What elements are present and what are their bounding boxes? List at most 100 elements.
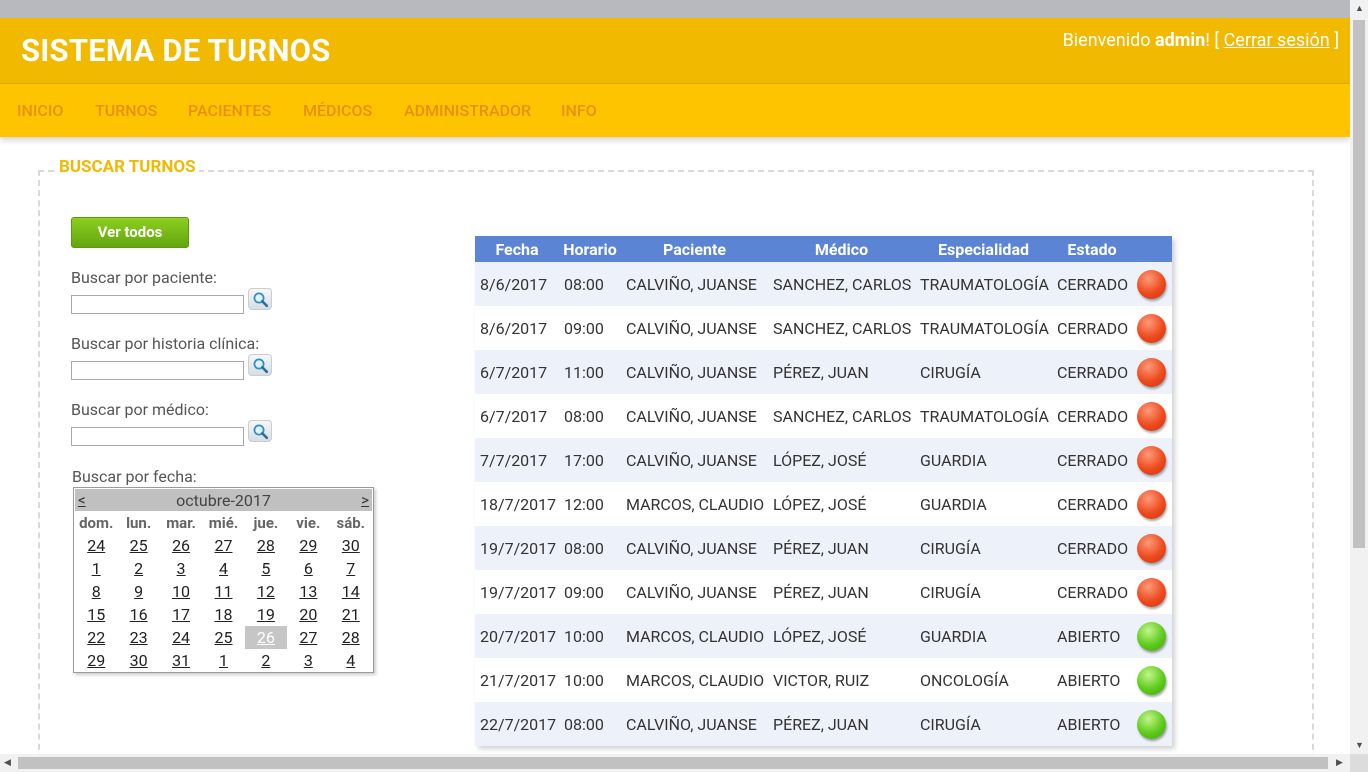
scroll-down-icon[interactable]: ▼ (1355, 740, 1364, 751)
calendar-day[interactable]: 2 (117, 557, 159, 580)
calendar-day[interactable]: 14 (330, 580, 372, 603)
cell-fecha: 8/6/2017 (475, 262, 559, 306)
calendar-day[interactable]: 16 (117, 603, 159, 626)
calendar-day[interactable]: 5 (245, 557, 287, 580)
search-paciente-input[interactable] (71, 295, 244, 314)
calendar-weekday: mar. (166, 514, 196, 532)
search-medico-input[interactable] (71, 427, 244, 446)
nav-item-administrador[interactable]: ADMINISTRADOR (404, 101, 531, 120)
calendar-day[interactable]: 7 (330, 557, 372, 580)
horizontal-scroll-thumb[interactable] (18, 757, 1328, 769)
table-row[interactable]: 7/7/2017 17:00 CALVIÑO, JUANSE LÓPEZ, JOSÉ G… (475, 438, 1172, 482)
calendar-day[interactable]: 11 (202, 580, 244, 603)
table-row[interactable]: 22/7/2017 08:00 CALVIÑO, JUANSE PÉREZ, JUAN… (475, 702, 1172, 746)
status-closed-icon[interactable] (1137, 489, 1166, 519)
calendar-week: 8 9 10 11 12 13 14 (75, 580, 372, 603)
nav-item-medicos[interactable]: MÉDICOS (303, 101, 372, 120)
calendar-day[interactable]: 30 (330, 534, 372, 557)
status-open-icon[interactable] (1137, 621, 1166, 651)
scroll-left-icon[interactable]: ◀ (4, 758, 11, 768)
calendar-day[interactable]: 6 (287, 557, 329, 580)
calendar-day[interactable]: 17 (160, 603, 202, 626)
calendar-day[interactable]: 1 (202, 649, 244, 672)
table-row[interactable]: 8/6/2017 08:00 CALVIÑO, JUANSE SANCHEZ, CAR… (475, 262, 1172, 306)
logout-link[interactable]: Cerrar sesión (1224, 30, 1330, 51)
calendar-day[interactable]: 2 (245, 649, 287, 672)
table-row[interactable]: 6/7/2017 11:00 CALVIÑO, JUANSE PÉREZ, JUAN C… (475, 350, 1172, 394)
calendar-day[interactable]: 8 (75, 580, 117, 603)
calendar-day[interactable]: 27 (287, 626, 329, 649)
calendar-day[interactable]: 3 (160, 557, 202, 580)
calendar-day[interactable]: 4 (330, 649, 372, 672)
status-closed-icon[interactable] (1137, 577, 1166, 607)
search-paciente-button[interactable] (248, 288, 272, 310)
vertical-scroll-thumb[interactable] (1353, 20, 1365, 548)
calendar-day[interactable]: 28 (245, 534, 287, 557)
calendar-day[interactable]: 18 (202, 603, 244, 626)
calendar-day[interactable]: 13 (287, 580, 329, 603)
cell-medico: VICTOR, RUIZ (768, 658, 915, 702)
horizontal-scrollbar[interactable]: ◀ ▶ (0, 754, 1350, 772)
calendar-day[interactable]: 20 (287, 603, 329, 626)
calendar-day[interactable]: 4 (202, 557, 244, 580)
status-closed-icon[interactable] (1137, 445, 1166, 475)
nav-item-info[interactable]: INFO (561, 101, 597, 120)
search-historia-label: Buscar por historia clínica: (71, 334, 260, 353)
table-row[interactable]: 21/7/2017 10:00 MARCOS, CLAUDIO VICTOR, RUI… (475, 658, 1172, 702)
calendar-day[interactable]: 26 (160, 534, 202, 557)
calendar-day[interactable]: 28 (330, 626, 372, 649)
nav-item-turnos[interactable]: TURNOS (95, 101, 157, 120)
status-closed-icon[interactable] (1137, 533, 1166, 563)
table-row[interactable]: 19/7/2017 09:00 CALVIÑO, JUANSE PÉREZ, JUAN… (475, 570, 1172, 614)
cell-paciente: CALVIÑO, JUANSE (621, 570, 768, 614)
calendar-day[interactable]: 10 (160, 580, 202, 603)
status-open-icon[interactable] (1137, 665, 1166, 695)
calendar-weekdays: dom. lun. mar. mié. jue. vie. sáb. (75, 512, 372, 534)
calendar-day[interactable]: 21 (330, 603, 372, 626)
scroll-right-icon[interactable]: ▶ (1336, 758, 1343, 768)
scroll-up-icon[interactable]: ▲ (1355, 3, 1364, 14)
calendar-day[interactable]: 19 (245, 603, 287, 626)
status-open-icon[interactable] (1137, 709, 1166, 739)
search-historia-input[interactable] (71, 361, 244, 380)
calendar-day[interactable]: 1 (75, 557, 117, 580)
status-closed-icon[interactable] (1137, 313, 1166, 343)
table-row[interactable]: 18/7/2017 12:00 MARCOS, CLAUDIO LÓPEZ, JOSÉ… (475, 482, 1172, 526)
calendar-day[interactable]: 26 (244, 626, 288, 649)
vertical-scrollbar[interactable]: ▲ ▼ (1350, 0, 1368, 754)
nav-item-pacientes[interactable]: PACIENTES (188, 101, 271, 120)
status-closed-icon[interactable] (1137, 401, 1166, 431)
calendar-day[interactable]: 27 (202, 534, 244, 557)
status-closed-icon[interactable] (1137, 357, 1166, 387)
calendar-day[interactable]: 22 (75, 626, 117, 649)
status-closed-icon[interactable] (1137, 269, 1166, 299)
calendar-day[interactable]: 29 (75, 649, 117, 672)
cell-especialidad: ONCOLOGÍA (915, 658, 1052, 702)
ver-todos-button[interactable]: Ver todos (71, 217, 189, 248)
calendar-next-month[interactable]: > (361, 491, 369, 509)
table-row[interactable]: 19/7/2017 08:00 CALVIÑO, JUANSE PÉREZ, JUAN… (475, 526, 1172, 570)
calendar-day[interactable]: 12 (245, 580, 287, 603)
welcome-message: Bienvenido admin! [ Cerrar sesión ] (1063, 30, 1339, 51)
calendar-day[interactable]: 15 (75, 603, 117, 626)
calendar-prev-month[interactable]: < (78, 491, 86, 509)
calendar-day[interactable]: 24 (75, 534, 117, 557)
search-medico-button[interactable] (248, 420, 272, 442)
search-historia-button[interactable] (248, 354, 272, 376)
calendar-day[interactable]: 23 (117, 626, 159, 649)
table-row[interactable]: 20/7/2017 10:00 MARCOS, CLAUDIO LÓPEZ, JOSÉ… (475, 614, 1172, 658)
calendar-day[interactable]: 25 (202, 626, 244, 649)
table-row[interactable]: 6/7/2017 08:00 CALVIÑO, JUANSE SANCHEZ, CAR… (475, 394, 1172, 438)
calendar-day[interactable]: 31 (160, 649, 202, 672)
cell-indicator (1132, 438, 1172, 482)
calendar-days: 24 25 26 27 28 29 30 1 2 3 4 5 6 7 8 9 10 11 12 13 14 15 16 17 1… (75, 534, 372, 672)
calendar-day[interactable]: 9 (117, 580, 159, 603)
nav-item-inicio[interactable]: INICIO (17, 101, 63, 120)
calendar-day[interactable]: 29 (287, 534, 329, 557)
calendar-day[interactable]: 30 (117, 649, 159, 672)
cell-indicator (1132, 614, 1172, 658)
table-row[interactable]: 8/6/2017 09:00 CALVIÑO, JUANSE SANCHEZ, CAR… (475, 306, 1172, 350)
calendar-day[interactable]: 3 (287, 649, 329, 672)
calendar-day[interactable]: 24 (160, 626, 202, 649)
calendar-day[interactable]: 25 (117, 534, 159, 557)
